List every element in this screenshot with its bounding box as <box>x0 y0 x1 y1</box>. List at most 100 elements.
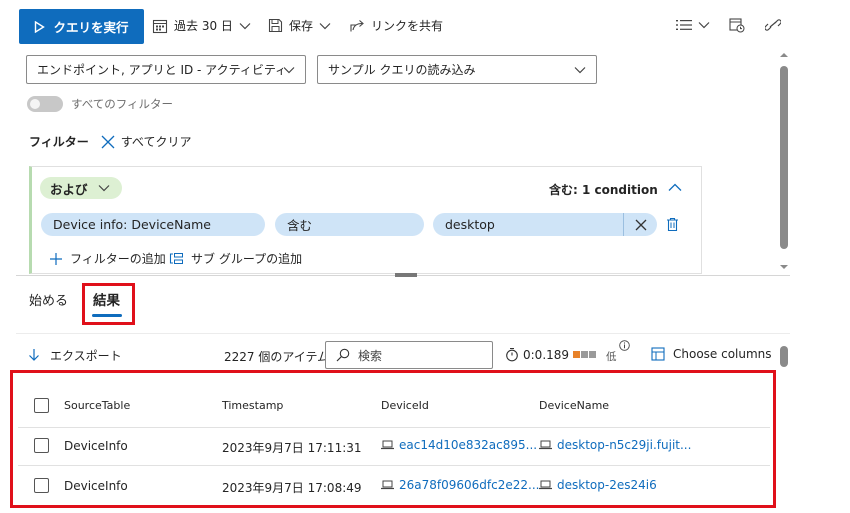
run-query-button[interactable]: クエリを実行 <box>19 9 144 44</box>
chevron-down-icon <box>698 21 710 29</box>
info-icon[interactable] <box>619 340 630 351</box>
item-count: 2227 個のアイテム <box>224 350 330 364</box>
list-icon <box>676 19 692 31</box>
delete-icon[interactable] <box>666 217 679 232</box>
column-header-devicename[interactable]: DeviceName <box>539 399 609 412</box>
results-scrollbar-thumb[interactable] <box>780 346 788 367</box>
save-icon <box>268 18 283 33</box>
device-name-value: desktop-n5c29ji.fujit... <box>557 438 692 452</box>
condition-value-pill[interactable]: desktop <box>433 213 657 236</box>
cell-timestamp: 2023年9月7日 17:11:31 <box>222 441 362 455</box>
column-header-timestamp[interactable]: Timestamp <box>222 399 283 412</box>
scroll-down-arrow[interactable] <box>779 264 789 270</box>
select-all-checkbox[interactable] <box>34 398 49 413</box>
time-range-dropdown[interactable]: 過去 30 日 <box>152 17 251 34</box>
subgroup-icon <box>169 252 184 265</box>
share-label: リンクを共有 <box>371 19 444 33</box>
condition-value: desktop <box>445 217 495 232</box>
calendar-icon <box>152 18 168 34</box>
condition-operator: 含む <box>287 218 313 233</box>
usage-level: 低 <box>606 351 617 363</box>
export-button[interactable]: エクスポート <box>28 347 122 364</box>
save-button[interactable]: 保存 <box>268 17 331 34</box>
choose-columns-label: Choose columns <box>673 347 772 361</box>
device-id-value: 26a78f09606dfc2e22... <box>399 478 540 492</box>
tabs-divider <box>16 333 790 334</box>
laptop-icon <box>539 480 552 490</box>
active-tab-indicator <box>92 314 122 317</box>
all-filters-toggle[interactable]: すべてのフィルター <box>27 96 173 112</box>
choose-columns-button[interactable]: Choose columns <box>651 347 772 361</box>
condition-field-pill[interactable]: Device info: DeviceName <box>41 213 265 236</box>
clear-value-icon[interactable] <box>623 213 657 236</box>
stopwatch-icon <box>505 347 519 362</box>
cell-timestamp: 2023年9月7日 17:08:49 <box>222 481 362 495</box>
share-icon <box>349 18 365 33</box>
column-header-sourcetable[interactable]: SourceTable <box>64 399 130 412</box>
sample-query-value: サンプル クエリの読み込み <box>328 63 476 77</box>
column-header-deviceid[interactable]: DeviceId <box>381 399 429 412</box>
laptop-icon <box>381 440 394 450</box>
add-subgroup-button[interactable]: サブ グループの追加 <box>169 250 302 267</box>
run-query-label: クエリを実行 <box>53 20 129 35</box>
device-id-value: eac14d10e832ac895... <box>399 438 538 452</box>
plus-icon <box>49 252 63 266</box>
sample-query-dropdown[interactable]: サンプル クエリの読み込み <box>317 55 597 84</box>
search-input[interactable]: 検索 <box>325 341 493 369</box>
chevron-up-icon[interactable] <box>668 183 682 192</box>
group-operator-label: および <box>50 181 88 197</box>
search-placeholder: 検索 <box>358 348 383 363</box>
search-icon <box>336 348 350 362</box>
toggle-switch[interactable] <box>27 96 63 112</box>
share-link-button[interactable]: リンクを共有 <box>349 17 443 34</box>
row-checkbox[interactable] <box>34 438 49 453</box>
scrollbar-thumb[interactable] <box>780 66 788 249</box>
laptop-icon <box>539 440 552 450</box>
device-name-link[interactable]: desktop-n5c29ji.fujit... <box>539 438 691 452</box>
data-source-dropdown[interactable]: エンドポイント, アプリと ID - アクティビティ ログ,... <box>26 55 306 84</box>
download-icon <box>28 348 40 363</box>
tab-get-started[interactable]: 始める <box>29 290 68 309</box>
laptop-icon <box>381 480 394 490</box>
add-subgroup-label: サブ グループの追加 <box>191 252 303 266</box>
add-filter-button[interactable]: フィルターの追加 <box>49 250 166 267</box>
splitter-handle[interactable] <box>395 273 417 277</box>
condition-field-name: DeviceName <box>131 217 211 232</box>
time-range-label: 過去 30 日 <box>174 19 233 33</box>
query-timer: 0:0.189 <box>505 347 569 362</box>
elapsed-time: 0:0.189 <box>523 347 570 362</box>
filters-label: フィルター <box>29 135 89 149</box>
device-id-link[interactable]: 26a78f09606dfc2e22... <box>381 478 539 492</box>
export-label: エクスポート <box>50 349 122 363</box>
data-source-value: エンドポイント, アプリと ID - アクティビティ ログ,... <box>37 63 283 77</box>
chevron-down-icon <box>283 66 295 74</box>
all-filters-label: すべてのフィルター <box>71 97 174 111</box>
chevron-down-icon <box>239 22 251 30</box>
group-operator-dropdown[interactable]: および <box>40 177 122 199</box>
cell-sourcetable: DeviceInfo <box>64 479 128 493</box>
cell-sourcetable: DeviceInfo <box>64 439 128 453</box>
clear-all-label: すべてクリア <box>120 135 192 149</box>
device-id-link[interactable]: eac14d10e832ac895... <box>381 438 537 452</box>
add-filter-label: フィルターの追加 <box>70 252 166 266</box>
device-name-link[interactable]: desktop-2es24i6 <box>539 478 657 492</box>
filter-group-panel: および 含む: 1 condition Device info: DeviceN… <box>29 166 702 274</box>
chevron-down-icon <box>98 184 110 192</box>
scroll-up-arrow[interactable] <box>779 52 789 58</box>
chevron-down-icon <box>319 22 331 30</box>
condition-field-prefix: Device info: <box>53 217 132 232</box>
clear-all-button[interactable]: すべてクリア <box>101 133 192 150</box>
view-options-dropdown[interactable] <box>676 19 710 31</box>
close-icon <box>101 135 115 149</box>
save-label: 保存 <box>289 19 314 33</box>
device-name-value: desktop-2es24i6 <box>557 478 657 492</box>
row-checkbox[interactable] <box>34 478 49 493</box>
schedule-calendar-icon[interactable] <box>729 17 745 33</box>
group-summary: 含む: 1 condition <box>549 183 658 197</box>
link-off-icon[interactable] <box>765 18 781 32</box>
tab-results[interactable]: 結果 <box>93 289 120 309</box>
condition-operator-pill[interactable]: 含む <box>275 213 424 236</box>
columns-icon <box>651 347 666 361</box>
resource-usage-meter <box>573 351 596 358</box>
chevron-down-icon <box>574 66 586 74</box>
